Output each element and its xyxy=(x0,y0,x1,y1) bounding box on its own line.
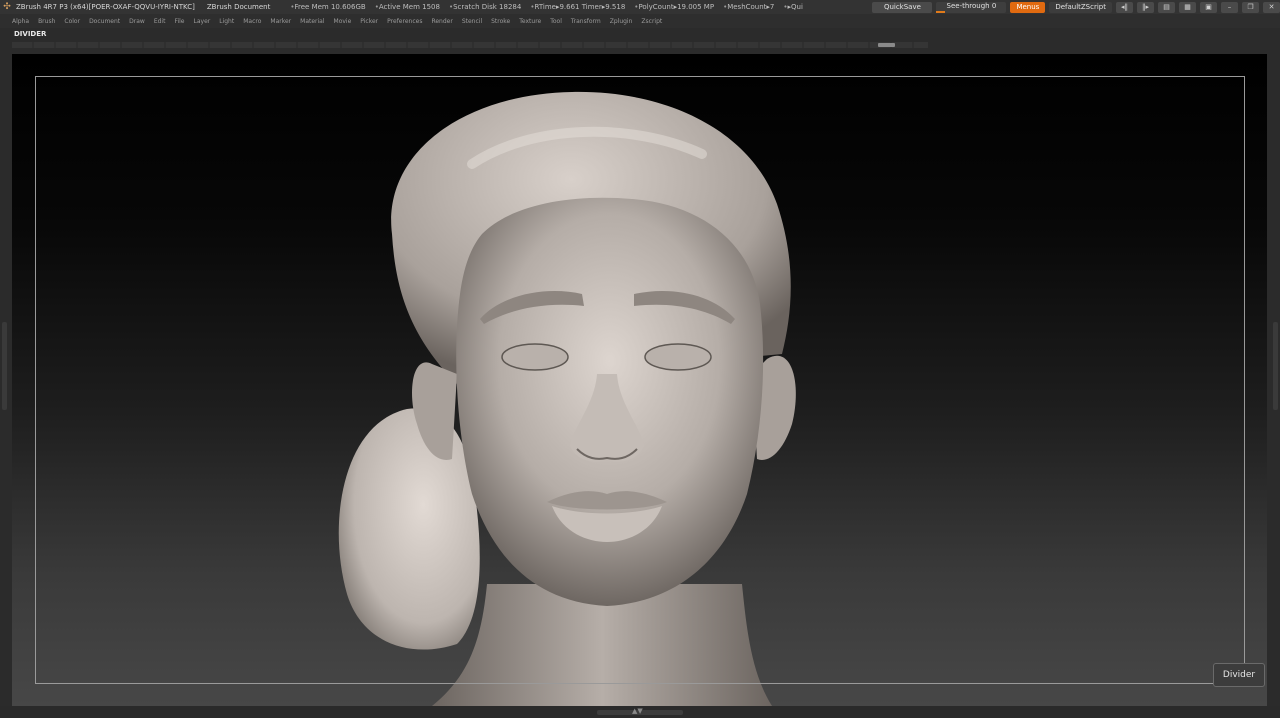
menu-brush[interactable]: Brush xyxy=(38,18,55,25)
tray-scroll-thumb[interactable] xyxy=(878,43,895,47)
stat-rtime: RTime▸9.661 Timer▸9.518 xyxy=(530,3,625,11)
menu-render[interactable]: Render xyxy=(431,18,452,25)
close-icon[interactable]: ✕ xyxy=(1263,1,1280,13)
layout-right-icon[interactable]: ‖▸ xyxy=(1137,1,1154,13)
left-tray-handle[interactable] xyxy=(2,322,7,410)
stat-active-mem: Active Mem 1508 xyxy=(375,3,440,11)
lock-icon[interactable]: ▣ xyxy=(1200,1,1217,13)
menu-tool[interactable]: Tool xyxy=(550,18,562,25)
menu-color[interactable]: Color xyxy=(64,18,80,25)
divider-label: DIVIDER xyxy=(14,30,47,38)
title-bar: ✣ ZBrush 4R7 P3 (x64)[POER-OXAF-QQVU-IYR… xyxy=(0,0,1280,14)
default-zscript-button[interactable]: DefaultZScript xyxy=(1049,1,1112,13)
menu-draw[interactable]: Draw xyxy=(129,18,145,25)
menu-bar: Alpha Brush Color Document Draw Edit Fil… xyxy=(0,14,1280,28)
right-tray-handle[interactable] xyxy=(1273,322,1278,410)
layout-left-icon[interactable]: ◂‖ xyxy=(1116,1,1133,13)
menu-light[interactable]: Light xyxy=(219,18,234,25)
menu-document[interactable]: Document xyxy=(89,18,120,25)
menus-toggle-button[interactable]: Menus xyxy=(1010,1,1046,13)
zbrush-logo-icon[interactable]: ✣ xyxy=(0,0,14,14)
document-canvas[interactable] xyxy=(12,54,1267,706)
menu-stencil[interactable]: Stencil xyxy=(462,18,482,25)
see-through-label: See-through xyxy=(946,1,990,10)
stat-meshcount: MeshCount▸7 xyxy=(723,3,774,11)
menu-material[interactable]: Material xyxy=(300,18,324,25)
menu-marker[interactable]: Marker xyxy=(270,18,291,25)
menu-picker[interactable]: Picker xyxy=(360,18,378,25)
divider-tooltip: Divider xyxy=(1213,663,1265,687)
stat-quick: ▸Qui xyxy=(783,3,803,11)
menu-zscript[interactable]: Zscript xyxy=(641,18,662,25)
document-frame xyxy=(35,76,1245,684)
menu-layer[interactable]: Layer xyxy=(194,18,211,25)
see-through-slider[interactable]: See-through 0 xyxy=(936,1,1007,13)
restore-icon[interactable]: ❐ xyxy=(1242,1,1259,13)
titlebar-controls: QuickSave See-through 0 Menus DefaultZSc… xyxy=(872,0,1280,14)
stat-free-mem: Free Mem 10.606GB xyxy=(290,3,366,11)
menu-transform[interactable]: Transform xyxy=(571,18,601,25)
tray-scroll-track[interactable] xyxy=(12,42,928,48)
ui-colors-icon[interactable]: ▦ xyxy=(1179,1,1196,13)
menu-zplugin[interactable]: Zplugin xyxy=(610,18,633,25)
stat-polycount: PolyCount▸19.005 MP xyxy=(634,3,714,11)
see-through-value: 0 xyxy=(991,1,997,10)
divider-tray: DIVIDER xyxy=(0,28,1280,42)
quicksave-button[interactable]: QuickSave xyxy=(872,1,933,13)
minimize-icon[interactable]: – xyxy=(1221,1,1238,13)
menu-edit[interactable]: Edit xyxy=(154,18,166,25)
document-name: ZBrush Document xyxy=(206,3,271,11)
menu-stroke[interactable]: Stroke xyxy=(491,18,510,25)
app-title: ZBrush 4R7 P3 (x64)[POER-OXAF-QQVU-IYRI-… xyxy=(16,3,195,11)
menu-macro[interactable]: Macro xyxy=(243,18,261,25)
menu-file[interactable]: File xyxy=(174,18,184,25)
menu-alpha[interactable]: Alpha xyxy=(12,18,29,25)
stats-readout: Free Mem 10.606GB Active Mem 1508 Scratc… xyxy=(290,3,835,11)
menu-preferences[interactable]: Preferences xyxy=(387,18,422,25)
menu-movie[interactable]: Movie xyxy=(334,18,352,25)
ui-layout-icon[interactable]: ▤ xyxy=(1158,1,1175,13)
menu-texture[interactable]: Texture xyxy=(519,18,541,25)
see-through-fill xyxy=(936,10,945,13)
stat-scratch-disk: Scratch Disk 18284 xyxy=(449,3,521,11)
bottom-tray-arrows-icon[interactable]: ▲▼ xyxy=(632,707,643,715)
